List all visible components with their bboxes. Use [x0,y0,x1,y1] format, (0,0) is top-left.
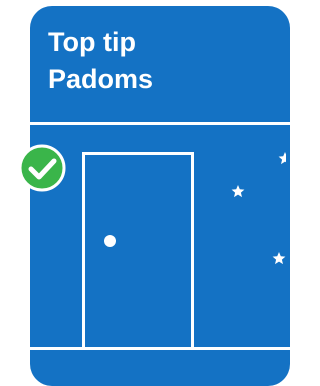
tip-title: Top tip Padoms [48,24,153,98]
title-line-2: Padoms [48,64,154,94]
checkmark-icon [18,144,66,192]
door-icon [82,152,194,347]
night-sky-icon [231,152,286,265]
star-icon [272,252,286,265]
doorknob-icon [104,235,116,247]
tip-card: Top tip Padoms [30,6,290,386]
crescent-moon-icon [246,170,279,236]
title-line-1: Top tip [48,27,136,57]
star-icon [231,185,245,198]
header-divider [30,122,290,125]
footer-divider [30,347,290,350]
star-icon [278,152,286,165]
